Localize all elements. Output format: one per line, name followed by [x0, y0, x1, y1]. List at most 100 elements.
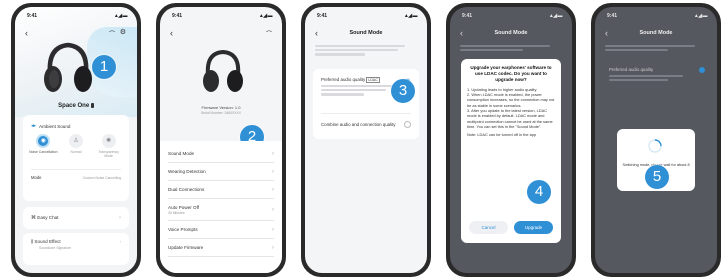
settings-item-sub: 30 Minutes — [168, 210, 185, 215]
ambient-sound-label: Ambient Sound — [39, 123, 71, 129]
status-bar: 9:41 ▲◢ ▬ — [607, 13, 708, 21]
transparency-icon: ✺ — [101, 134, 116, 148]
phone-screen-3: 9:41 ▲◢ ▬ ‹ Sound Mode Preferred audio qu… — [301, 3, 431, 277]
chevron-right-icon: › — [119, 239, 121, 244]
phone-screen-1: 9:41 ▲◢ ▬ ‹ ⌒ ⚙ 1 Space One ◂▸ Ambient Sou… — [11, 3, 141, 277]
headset-settings-icon[interactable]: ⌒ — [109, 29, 115, 38]
settings-item-label: Auto Power Off — [168, 204, 200, 210]
noise-cancellation-icon: ◉ — [36, 134, 51, 148]
mode-label: Transparency Mode — [98, 150, 119, 158]
status-bar: 9:41 ▲◢ ▬ — [317, 13, 418, 21]
firmware-version: Firmware Version: 1.0 — [201, 105, 241, 110]
back-icon[interactable]: ‹ — [25, 29, 28, 38]
phone-screen-4: 9:41 ▲◢ ▬ ‹ Sound Mode Upgrade your earph… — [446, 3, 576, 277]
device-name: Space One — [15, 103, 137, 109]
option-label: Preferred audio quality — [321, 77, 366, 82]
phone-screen-2: 9:41 ▲◢ ▬ ‹ ⌒ Firmware Version: 1.0 Seria… — [156, 3, 286, 277]
mode-normal[interactable]: ♙ Normal — [61, 134, 91, 158]
mode-label: Normal — [70, 150, 82, 154]
status-bar: 9:41 ▲◢ ▬ — [172, 13, 273, 21]
chevron-right-icon: › — [272, 206, 274, 213]
dialog-paragraph: 3. After you update to the latest versio… — [467, 107, 553, 129]
status-bar: 9:41 ▲◢ ▬ — [27, 13, 128, 21]
page-title: Sound Mode — [639, 30, 673, 36]
divider — [321, 113, 411, 114]
loading-spinner-icon — [648, 139, 662, 153]
status-signal-icon: ▲◢ ▬ — [113, 13, 128, 19]
upgrade-button[interactable]: Upgrade — [514, 221, 553, 234]
settings-item-voice-prompts[interactable]: Voice Prompts › — [168, 221, 274, 239]
status-signal-icon: ▲◢ ▬ — [258, 13, 273, 19]
headphones-image — [203, 49, 243, 92]
chevron-right-icon: › — [272, 226, 274, 233]
ambient-sound-card: ◂▸ Ambient Sound ◉ Noise Cancellation ♙ N… — [23, 115, 129, 201]
settings-item-sound-mode[interactable]: Sound Mode › — [168, 145, 274, 163]
easy-chat-label: Easy Chat — [37, 215, 59, 220]
status-signal-icon: ▲◢ ▬ — [548, 13, 563, 19]
description-text — [460, 45, 550, 52]
sound-effect-sub: Soundcore Signature — [39, 246, 71, 250]
step-badge-4: 4 — [527, 180, 551, 204]
settings-item-dual-connections[interactable]: Dual Connections › — [168, 181, 274, 199]
settings-item-label: Sound Mode — [168, 151, 195, 156]
settings-list: Sound Mode › Wearing Detection › Dual Conn… — [160, 141, 282, 273]
dialog-body: 1. Updating leads to higher audio qualit… — [467, 87, 555, 137]
status-bar: 9:41 ▲◢ ▬ — [462, 13, 563, 21]
status-time: 9:41 — [172, 13, 183, 19]
mode-transparency[interactable]: ✺ Transparency Mode — [94, 134, 124, 158]
easy-chat-row[interactable]: ⌘ Easy Chat › — [23, 207, 129, 229]
option-label: Preferred audio quality — [609, 67, 654, 72]
sound-effect-label: Sound Effect — [34, 239, 61, 244]
device-settings-screen: 9:41 ▲◢ ▬ ‹ ⌒ Firmware Version: 1.0 Seria… — [160, 7, 282, 273]
status-time: 9:41 — [462, 13, 473, 19]
normal-mode-icon: ♙ — [68, 134, 83, 148]
mode-row-label: Mode — [31, 175, 42, 180]
settings-item-label: Update Firmware — [168, 245, 204, 250]
mode-row-value: Custom Noise Cancelling — [82, 175, 121, 180]
status-time: 9:41 — [317, 13, 328, 19]
dialog-title: Upgrade your earphones' software to use … — [470, 65, 552, 82]
chevron-right-icon: › — [119, 215, 121, 221]
settings-item-update-firmware[interactable]: Update Firmware › — [168, 239, 274, 257]
dialog-actions: Cancel Upgrade — [469, 221, 553, 234]
ambient-sound-icon: ◂▸ — [31, 123, 37, 129]
equalizer-icon: ⫼ — [31, 239, 34, 244]
upgrade-dialog-screen: 9:41 ▲◢ ▬ ‹ Sound Mode Upgrade your earph… — [450, 7, 572, 273]
settings-item-label: Dual Connections — [168, 187, 205, 192]
option-label: Combine audio and connection quality — [321, 122, 396, 127]
switching-mode-screen: 9:41 ▲◢ ▬ ‹ Sound Mode Preferred audio qu… — [595, 7, 717, 273]
battery-icon — [90, 103, 94, 108]
sound-effect-row[interactable]: ⫼ Sound Effect › Soundcore Signature — [23, 233, 129, 265]
mode-row[interactable]: Mode Custom Noise Cancelling — [31, 175, 121, 180]
chevron-right-icon: › — [272, 186, 274, 193]
headset-icon[interactable]: ⌒ — [266, 29, 272, 38]
status-time: 9:41 — [607, 13, 618, 19]
settings-item-label: Voice Prompts — [168, 227, 198, 232]
sound-effect-header: ⫼ Sound Effect › — [31, 239, 121, 244]
easy-chat-icon: ⌘ — [31, 215, 36, 221]
dialog-paragraph: 2. When LDAC mode is enabled, the power … — [467, 92, 555, 108]
sound-mode-screen: 9:41 ▲◢ ▬ ‹ Sound Mode Preferred audio qu… — [305, 7, 427, 273]
settings-item-auto-power-off[interactable]: Auto Power Off 30 Minutes › — [168, 199, 274, 221]
back-icon[interactable]: ‹ — [170, 29, 173, 38]
gear-icon[interactable]: ⚙ — [120, 28, 126, 36]
device-name-text: Space One — [58, 103, 90, 110]
mode-noise-cancellation[interactable]: ◉ Noise Cancellation — [28, 134, 58, 158]
cancel-button[interactable]: Cancel — [469, 221, 508, 234]
step-badge-5: 5 — [645, 165, 669, 189]
chevron-right-icon: › — [272, 150, 274, 157]
option-combine-quality[interactable]: Combine audio and connection quality — [321, 121, 411, 128]
status-signal-icon: ▲◢ ▬ — [693, 13, 708, 19]
description-text — [605, 45, 695, 52]
radio-selected-icon — [699, 67, 705, 73]
mode-label: Noise Cancellation — [29, 150, 58, 154]
settings-item-wearing-detection[interactable]: Wearing Detection › — [168, 163, 274, 181]
upgrade-dialog: Upgrade your earphones' software to use … — [461, 59, 561, 243]
chevron-right-icon: › — [272, 168, 274, 175]
device-home-screen: 9:41 ▲◢ ▬ ‹ ⌒ ⚙ 1 Space One ◂▸ Ambient Sou… — [15, 7, 137, 273]
radio-unselected-icon[interactable] — [404, 121, 411, 128]
serial-number: Serial Number: 3460XXXX — [200, 111, 242, 115]
status-time: 9:41 — [27, 13, 38, 19]
settings-item-label: Wearing Detection — [168, 169, 206, 174]
chevron-right-icon: › — [272, 244, 274, 251]
